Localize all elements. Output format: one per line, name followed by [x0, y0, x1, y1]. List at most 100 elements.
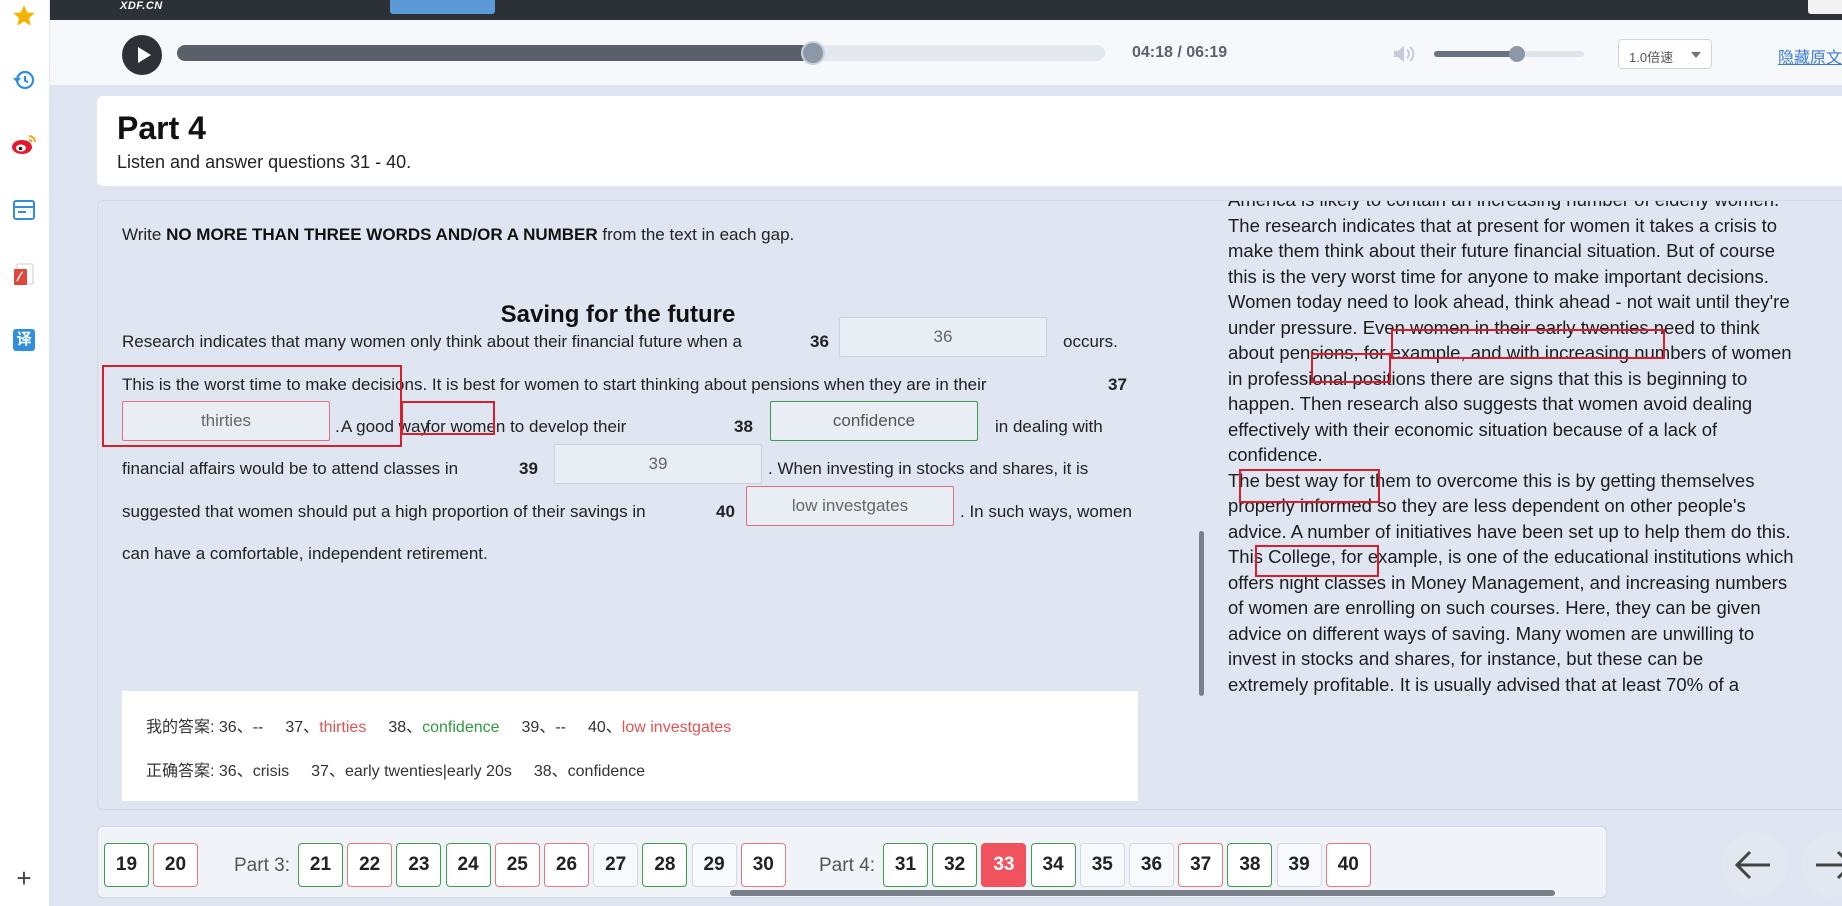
part4-label: Part 4:	[819, 855, 875, 876]
question-button-37[interactable]: 37	[1178, 843, 1224, 887]
my-answer-item: 36、--	[219, 719, 263, 736]
navigator-scrollbar[interactable]	[730, 890, 1555, 896]
instruction-bold: NO MORE THAN THREE WORDS AND/OR A NUMBER	[166, 225, 598, 244]
hide-transcript-link[interactable]: 隐藏原文	[1778, 44, 1842, 68]
answer-value: confidence	[422, 719, 500, 736]
question-button-23[interactable]: 23	[396, 843, 442, 887]
correct-answers-list: 36、crisis 37、early twenties|early 20s 38、c…	[219, 763, 645, 780]
question-button-30[interactable]: 30	[740, 843, 786, 887]
main-area: XDF.CN 04:18 / 06:19 1.0倍速 隐藏原文 Part 4 L…	[50, 0, 1842, 906]
question-button-21[interactable]: 21	[298, 843, 343, 887]
passage-line-5-end: . In such ways, women	[960, 502, 1132, 521]
answer-input-37[interactable]: thirties	[122, 401, 330, 441]
question-number-39: 39	[519, 459, 538, 478]
answer-question-number: 39、	[521, 719, 556, 736]
correct-answers-label: 正确答案:	[146, 763, 215, 780]
question-button-34[interactable]: 34	[1030, 843, 1076, 887]
progress-fill	[177, 45, 813, 61]
prev-button[interactable]	[1722, 832, 1788, 898]
question-button-31[interactable]: 31	[883, 843, 928, 887]
play-button[interactable]	[122, 35, 162, 75]
history-icon[interactable]	[10, 66, 38, 94]
top-right-tab[interactable]	[1808, 0, 1842, 14]
volume-icon[interactable]	[1392, 44, 1418, 64]
arrow-left-icon	[1734, 850, 1770, 880]
question-button-35[interactable]: 35	[1079, 843, 1125, 887]
transcript-line: about pensions, for example, and with in…	[1228, 342, 1792, 363]
answer-value: --	[555, 719, 566, 736]
transcript-line: advice on different ways of saving. Many…	[1228, 622, 1755, 644]
passage-highlight-good-way: A good way	[341, 417, 429, 436]
question-button-27[interactable]: 27	[593, 843, 639, 887]
pdf-icon[interactable]	[10, 261, 38, 289]
my-answer-item: 37、thirties	[285, 719, 366, 736]
answer-value: --	[252, 719, 264, 736]
transcript-line: Women today need to look ahead, think ah…	[1228, 291, 1790, 312]
instruction: Write NO MORE THAN THREE WORDS AND/OR A …	[122, 225, 794, 245]
question-button-39[interactable]: 39	[1276, 843, 1322, 887]
transcript-line: confidence.	[1228, 444, 1323, 465]
star-icon[interactable]	[10, 2, 38, 30]
question-number-38: 38	[734, 417, 753, 436]
answer-input-40[interactable]: low investgates	[746, 486, 954, 526]
active-tab[interactable]	[390, 0, 495, 14]
my-answer-item: 38、confidence	[388, 719, 499, 736]
time-display: 04:18 / 06:19	[1132, 44, 1228, 61]
question-button-29[interactable]: 29	[691, 843, 737, 887]
answer-input-38[interactable]: confidence	[770, 401, 978, 441]
question-button-22[interactable]: 22	[347, 843, 393, 887]
question-button-26[interactable]: 26	[544, 843, 589, 887]
transcript-line: effectively with their economic situatio…	[1228, 418, 1718, 440]
question-button-32[interactable]: 32	[932, 843, 978, 887]
transcript-line: offers night classes in Money Management…	[1228, 571, 1788, 593]
passage-line-3: for women to develop their	[426, 417, 627, 436]
volume-knob[interactable]	[1508, 46, 1525, 62]
next-button[interactable]	[1802, 832, 1842, 898]
my-answer-item: 40、low investgates	[588, 719, 731, 736]
progress-knob[interactable]	[800, 41, 825, 65]
answer-input-39[interactable]: 39	[554, 444, 762, 484]
question-button-24[interactable]: 24	[445, 843, 491, 887]
question-button-38[interactable]: 38	[1227, 843, 1273, 887]
weibo-icon[interactable]	[10, 131, 38, 159]
question-button-19[interactable]: 19	[104, 843, 149, 887]
passage-line-4: financial affairs would be to attend cla…	[122, 459, 459, 478]
content-card: Write NO MORE THAN THREE WORDS AND/OR A …	[97, 200, 1842, 810]
answer-question-number: 40、	[587, 719, 622, 736]
speed-select[interactable]: 1.0倍速	[1618, 39, 1712, 69]
part3-label: Part 3:	[234, 855, 290, 876]
answer-value: low investgates	[621, 719, 732, 736]
transcript-line: happen. Then research also suggests that…	[1228, 393, 1753, 414]
question-button-25[interactable]: 25	[494, 843, 540, 887]
my-answer-item: 39、--	[522, 719, 566, 736]
question-button-20[interactable]: 20	[153, 843, 198, 887]
question-button-28[interactable]: 28	[642, 843, 688, 887]
chevron-down-icon	[1691, 52, 1701, 58]
translate-icon[interactable]: 译	[10, 326, 38, 354]
question-number-36: 36	[810, 332, 829, 351]
progress-bar[interactable]	[177, 41, 1105, 65]
question-button-40[interactable]: 40	[1325, 843, 1371, 887]
window-icon[interactable]	[10, 196, 38, 224]
answer-summary: 我的答案: 36、-- 37、thirties 38、confidence 39、--…	[122, 691, 1138, 801]
volume-slider[interactable]	[1434, 46, 1584, 62]
instruction-text: Write	[122, 225, 167, 244]
question-number-37: 37	[1108, 375, 1127, 394]
passage-line-2: This is the worst time to make decisions…	[122, 375, 987, 394]
answer-input-36[interactable]: 36	[839, 317, 1047, 357]
question-button-33[interactable]: 33	[981, 843, 1027, 887]
correct-answers-row: 正确答案: 36、crisis 37、early twenties|early 2…	[146, 757, 645, 781]
question-button-36[interactable]: 36	[1129, 843, 1174, 887]
question-scrollbar[interactable]	[1199, 531, 1204, 696]
passage-line-4-end: . When investing in stocks and shares, i…	[768, 459, 1089, 478]
plus-icon[interactable]: +	[10, 863, 38, 893]
question-number-40: 40	[716, 502, 735, 521]
passage-dot: .	[335, 417, 340, 436]
transcript-line: in professional positions there are sign…	[1228, 367, 1748, 389]
part-title: Part 4	[117, 110, 206, 146]
left-sidebar: 译 +	[0, 0, 50, 906]
passage-line-1: Research indicates that many women only …	[122, 332, 742, 351]
arrow-right-icon	[1816, 850, 1842, 880]
part-header: Part 4 Listen and answer questions 31 - …	[97, 96, 1842, 186]
transcript-line: This College, for example, is one of the…	[1228, 546, 1794, 567]
